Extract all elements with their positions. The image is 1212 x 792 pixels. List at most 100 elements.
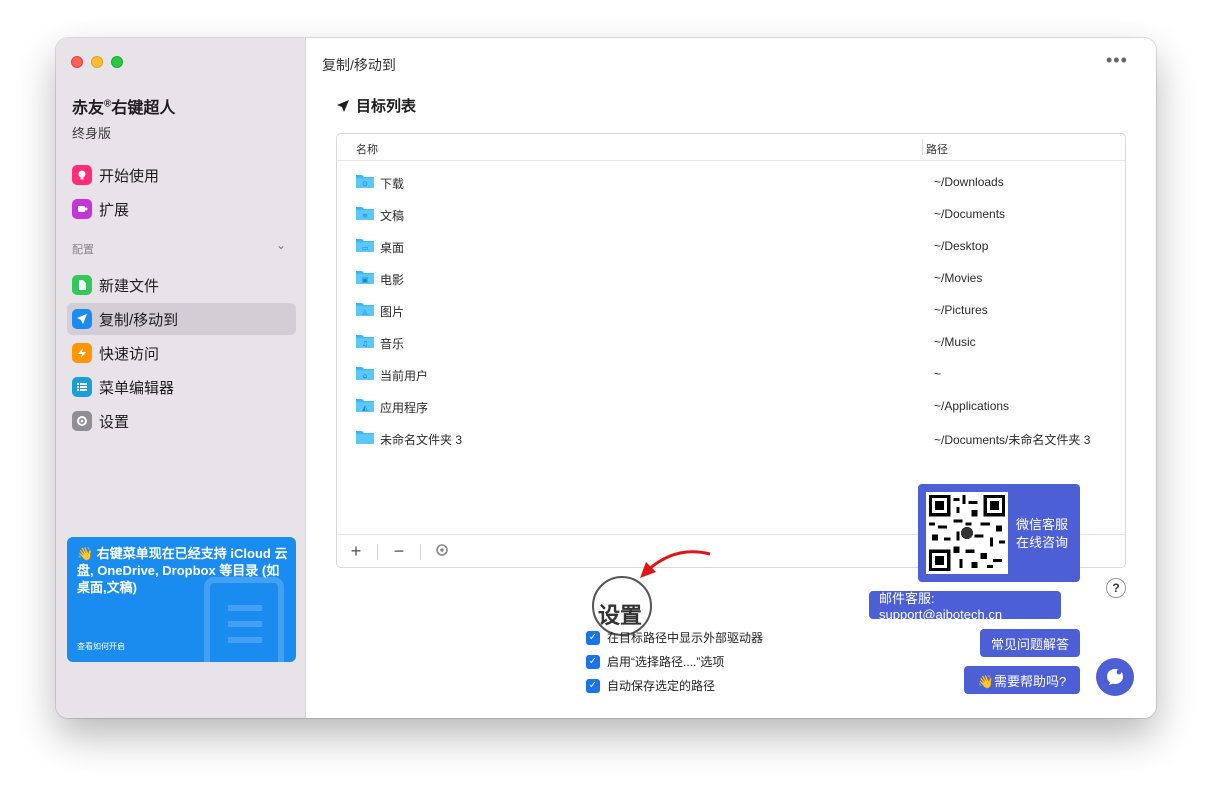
remove-button[interactable]: − xyxy=(388,541,410,562)
promo-link[interactable]: 查看如何开启 xyxy=(77,641,125,652)
wechat-support-card[interactable]: 微信客服 在线咨询 xyxy=(918,484,1080,582)
section-title: 目标列表 xyxy=(336,95,416,116)
app-name: 赤友®右键超人 xyxy=(72,94,175,118)
sidebar-item-label: 快速访问 xyxy=(99,345,160,363)
folder-icon: ≋ xyxy=(356,207,374,220)
table-row[interactable]: ◭ 应用程序 ~/Applications xyxy=(337,390,1125,422)
sidebar-item-label: 设置 xyxy=(99,413,130,431)
faq-button[interactable]: 常见问题解答 xyxy=(980,629,1080,657)
sidebar-item-label: 复制/移动到 xyxy=(99,311,179,329)
add-button[interactable]: + xyxy=(345,541,367,562)
sidebar: 赤友®右键超人 终身版 开始使用 扩展 配置 ⌄ 新建文件 复制/移动到 快速访… xyxy=(56,38,306,718)
section-label-config: 配置 xyxy=(72,244,94,256)
qr-code xyxy=(926,492,1008,574)
option-enable-choose-path[interactable]: ✓ 启用“选择路径....”选项 xyxy=(586,653,724,670)
need-help-button[interactable]: 👋需要帮助吗? xyxy=(964,666,1080,694)
folder-icon: ◬ xyxy=(356,303,374,316)
qr-line-2: 在线咨询 xyxy=(1016,535,1069,550)
checkbox-checked-icon[interactable]: ✓ xyxy=(586,678,600,693)
promo-card[interactable]: 👋 右键菜单现在已经支持 iCloud 云盘, OneDrive, Dropbo… xyxy=(67,537,296,662)
folder-icon: ⊙ xyxy=(356,175,374,188)
folder-icon: ▭ xyxy=(356,239,374,252)
chat-bubble-icon xyxy=(1107,669,1123,685)
table-row[interactable]: ▭ 桌面 ~/Desktop xyxy=(337,230,1125,262)
send-icon xyxy=(337,99,349,112)
svg-text:▭: ▭ xyxy=(362,244,369,252)
section-title-text: 目标列表 xyxy=(356,98,417,115)
option-label: 启用“选择路径....”选项 xyxy=(607,655,725,669)
lightning-icon xyxy=(72,343,92,363)
close-button[interactable] xyxy=(71,56,83,68)
row-name: 文稿 xyxy=(380,209,405,223)
svg-text:◭: ◭ xyxy=(362,404,368,412)
table-row[interactable]: ≋ 文稿 ~/Documents xyxy=(337,198,1125,230)
row-path: ~/Documents/未命名文件夹 3 xyxy=(934,433,1091,447)
more-options-icon[interactable]: ••• xyxy=(1106,50,1128,71)
row-path: ~/Desktop xyxy=(934,239,989,253)
lightbulb-icon xyxy=(72,165,92,185)
app-edition: 终身版 xyxy=(72,126,112,141)
row-name: 音乐 xyxy=(380,337,405,351)
table-row[interactable]: ▣ 电影 ~/Movies xyxy=(337,262,1125,294)
sidebar-item-quick-access[interactable]: 快速访问 xyxy=(67,337,296,369)
list-icon xyxy=(72,377,92,397)
folder-icon: ⌂ xyxy=(356,367,374,380)
table-row[interactable]: ⌂ 当前用户 ~ xyxy=(337,358,1125,390)
red-arrow-icon xyxy=(640,550,711,578)
chat-button[interactable] xyxy=(1096,658,1134,696)
column-divider[interactable] xyxy=(922,139,923,155)
question-icon[interactable]: ? xyxy=(1106,578,1126,598)
row-path: ~/Music xyxy=(934,335,976,349)
table-row[interactable]: ⊙ 下载 ~/Downloads xyxy=(337,166,1125,198)
folder-icon: ♫ xyxy=(356,335,374,348)
window-controls xyxy=(71,56,123,68)
gear-icon[interactable] xyxy=(431,541,453,562)
row-path: ~/Downloads xyxy=(934,175,1004,189)
app-window: 赤友®右键超人 终身版 开始使用 扩展 配置 ⌄ 新建文件 复制/移动到 快速访… xyxy=(56,38,1156,718)
chevron-down-icon[interactable]: ⌄ xyxy=(276,238,286,252)
sidebar-item-new-file[interactable]: 新建文件 xyxy=(67,269,296,301)
svg-text:◬: ◬ xyxy=(362,308,368,316)
table-row[interactable]: ◬ 图片 ~/Pictures xyxy=(337,294,1125,326)
table-row[interactable]: 未命名文件夹 3 ~/Documents/未命名文件夹 3 xyxy=(337,422,1125,454)
row-name: 应用程序 xyxy=(380,401,429,415)
minimize-button[interactable] xyxy=(91,56,103,68)
page-title: 复制/移动到 xyxy=(322,57,396,73)
svg-text:⌂: ⌂ xyxy=(363,372,367,380)
row-name: 电影 xyxy=(380,273,405,287)
sidebar-item-copy-move[interactable]: 复制/移动到 xyxy=(67,303,296,335)
svg-text:♫: ♫ xyxy=(362,340,368,348)
zoom-button[interactable] xyxy=(111,56,123,68)
sidebar-item-menu-editor[interactable]: 菜单编辑器 xyxy=(67,371,296,403)
row-path: ~/Pictures xyxy=(934,303,988,317)
column-header-path[interactable]: 路径 xyxy=(926,141,948,157)
table-row[interactable]: ♫ 音乐 ~/Music xyxy=(337,326,1125,358)
toolbar-divider xyxy=(420,543,421,560)
folder-icon: ◭ xyxy=(356,399,374,412)
email-support-button[interactable]: 邮件客服: support@aibotech.cn xyxy=(869,591,1061,622)
row-name: 下载 xyxy=(380,177,405,191)
send-icon xyxy=(72,309,92,329)
promo-text: 👋 右键菜单现在已经支持 iCloud 云盘, OneDrive, Dropbo… xyxy=(77,546,288,595)
sidebar-item-settings[interactable]: 设置 xyxy=(67,405,296,437)
option-auto-save-path[interactable]: ✓ 自动保存选定的路径 xyxy=(586,677,715,694)
puzzle-icon xyxy=(72,199,92,219)
qr-text: 微信客服 在线咨询 xyxy=(1016,516,1068,552)
checkbox-checked-icon[interactable]: ✓ xyxy=(586,654,600,669)
app-name-prefix: 赤友 xyxy=(72,100,105,117)
checkbox-checked-icon[interactable]: ✓ xyxy=(586,630,600,645)
row-name: 桌面 xyxy=(380,241,405,255)
app-name-suffix: 右键超人 xyxy=(111,100,176,117)
new-file-icon xyxy=(72,275,92,295)
sidebar-item-getting-started[interactable]: 开始使用 xyxy=(67,159,296,191)
sidebar-item-label: 开始使用 xyxy=(99,167,160,185)
table-header: 名称 路径 xyxy=(337,134,1125,161)
column-header-name[interactable]: 名称 xyxy=(356,141,378,157)
folder-icon: ▣ xyxy=(356,271,374,284)
gear-icon xyxy=(72,411,92,431)
row-path: ~ xyxy=(934,367,942,381)
sidebar-item-extensions[interactable]: 扩展 xyxy=(67,193,296,225)
option-show-external-drives[interactable]: ✓ 在目标路径中显示外部驱动器 xyxy=(586,629,763,646)
settings-label: 设置 xyxy=(598,603,643,628)
option-label: 自动保存选定的路径 xyxy=(607,679,716,693)
